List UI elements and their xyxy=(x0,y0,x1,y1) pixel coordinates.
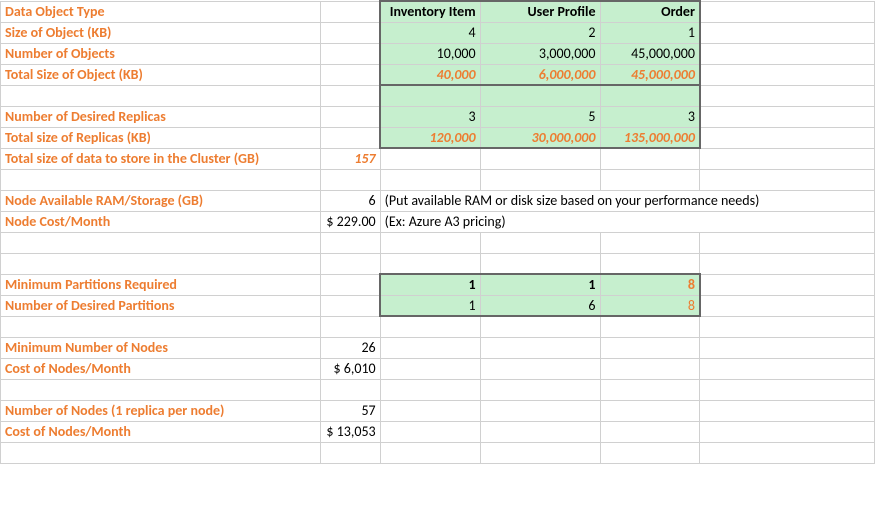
val-node-ram[interactable]: 6 xyxy=(320,190,380,211)
val-size-c1[interactable]: 4 xyxy=(380,22,480,43)
row-node-cost: Node Cost/Month $ 229.00 (Ex: Azure A3 p… xyxy=(1,211,875,232)
label-node-cost: Node Cost/Month xyxy=(1,211,321,232)
row-desired-replicas: Number of Desired Replicas 3 5 3 xyxy=(1,106,875,127)
label-nodes-one-replica: Number of Nodes (1 replica per node) xyxy=(1,400,321,421)
val-size-c2[interactable]: 2 xyxy=(480,22,600,43)
val-minpart-c1: 1 xyxy=(380,274,480,295)
row-blank xyxy=(1,379,875,400)
cell-blank xyxy=(700,295,875,316)
cell-blank xyxy=(700,274,875,295)
row-cost-min-nodes: Cost of Nodes/Month $ 6,010 xyxy=(1,358,875,379)
label-number-of-objects: Number of Objects xyxy=(1,43,321,64)
header-order: Order xyxy=(600,1,700,22)
val-cost-min-nodes: $ 6,010 xyxy=(320,358,380,379)
val-despart-c3[interactable]: 8 xyxy=(600,295,700,316)
row-min-nodes: Minimum Number of Nodes 26 xyxy=(1,337,875,358)
row-size-of-object: Size of Object (KB) 4 2 1 xyxy=(1,22,875,43)
cell-blank xyxy=(320,127,380,148)
val-totsize-c2: 6,000,000 xyxy=(480,64,600,85)
val-totrepl-c3: 135,000,000 xyxy=(600,127,700,148)
header-user-profile: User Profile xyxy=(480,1,600,22)
val-repl-c3[interactable]: 3 xyxy=(600,106,700,127)
val-totsize-c3: 45,000,000 xyxy=(600,64,700,85)
cell-blank xyxy=(700,106,875,127)
val-cost-nodes-one-replica: $ 13,053 xyxy=(320,421,380,442)
label-data-object-type: Data Object Type xyxy=(1,1,321,22)
sizing-worksheet: Data Object Type Inventory Item User Pro… xyxy=(0,0,875,464)
val-numobj-c1[interactable]: 10,000 xyxy=(380,43,480,64)
label-desired-replicas: Number of Desired Replicas xyxy=(1,106,321,127)
cell-blank xyxy=(320,106,380,127)
cell-blank xyxy=(320,1,380,22)
label-desired-partitions: Number of Desired Partitions xyxy=(1,295,321,316)
val-nodes-one-replica: 57 xyxy=(320,400,380,421)
row-headers: Data Object Type Inventory Item User Pro… xyxy=(1,1,875,22)
cell-blank xyxy=(700,64,875,85)
val-total-cluster: 157 xyxy=(320,148,380,169)
label-node-ram: Node Available RAM/Storage (GB) xyxy=(1,190,321,211)
label-total-cluster: Total size of data to store in the Clust… xyxy=(1,148,321,169)
val-numobj-c3[interactable]: 45,000,000 xyxy=(600,43,700,64)
val-despart-c2[interactable]: 6 xyxy=(480,295,600,316)
val-repl-c1[interactable]: 3 xyxy=(380,106,480,127)
val-minpart-c2: 1 xyxy=(480,274,600,295)
label-min-partitions: Minimum Partitions Required xyxy=(1,274,321,295)
val-totrepl-c1: 120,000 xyxy=(380,127,480,148)
row-desired-partitions: Number of Desired Partitions 1 6 8 xyxy=(1,295,875,316)
row-number-of-objects: Number of Objects 10,000 3,000,000 45,00… xyxy=(1,43,875,64)
cell-blank xyxy=(320,22,380,43)
cell-blank xyxy=(320,64,380,85)
cell-blank xyxy=(700,43,875,64)
note-ram: (Put available RAM or disk size based on… xyxy=(380,190,874,211)
row-total-size-of-object: Total Size of Object (KB) 40,000 6,000,0… xyxy=(1,64,875,85)
row-blank xyxy=(1,169,875,190)
cell-blank xyxy=(320,274,380,295)
row-blank xyxy=(1,316,875,337)
row-blank xyxy=(1,442,875,463)
val-totsize-c1: 40,000 xyxy=(380,64,480,85)
val-repl-c2[interactable]: 5 xyxy=(480,106,600,127)
note-cost: (Ex: Azure A3 pricing) xyxy=(380,211,874,232)
row-total-size-replicas: Total size of Replicas (KB) 120,000 30,0… xyxy=(1,127,875,148)
header-inventory-item: Inventory Item xyxy=(380,1,480,22)
label-total-size-of-object: Total Size of Object (KB) xyxy=(1,64,321,85)
val-size-c3[interactable]: 1 xyxy=(600,22,700,43)
val-min-nodes: 26 xyxy=(320,337,380,358)
label-cost-min-nodes: Cost of Nodes/Month xyxy=(1,358,321,379)
label-total-size-replicas: Total size of Replicas (KB) xyxy=(1,127,321,148)
val-totrepl-c2: 30,000,000 xyxy=(480,127,600,148)
row-total-cluster: Total size of data to store in the Clust… xyxy=(1,148,875,169)
cell-blank xyxy=(320,295,380,316)
cell-blank xyxy=(700,1,875,22)
row-min-partitions: Minimum Partitions Required 1 1 8 xyxy=(1,274,875,295)
row-nodes-one-replica: Number of Nodes (1 replica per node) 57 xyxy=(1,400,875,421)
row-cost-nodes-one-replica: Cost of Nodes/Month $ 13,053 xyxy=(1,421,875,442)
cell-blank xyxy=(700,127,875,148)
val-minpart-c3: 8 xyxy=(600,274,700,295)
cell-blank xyxy=(700,22,875,43)
row-blank xyxy=(1,253,875,274)
label-cost-nodes-one-replica: Cost of Nodes/Month xyxy=(1,421,321,442)
val-numobj-c2[interactable]: 3,000,000 xyxy=(480,43,600,64)
label-min-nodes: Minimum Number of Nodes xyxy=(1,337,321,358)
val-despart-c1[interactable]: 1 xyxy=(380,295,480,316)
label-size-of-object: Size of Object (KB) xyxy=(1,22,321,43)
cell-blank xyxy=(320,43,380,64)
row-blank xyxy=(1,232,875,253)
val-node-cost[interactable]: $ 229.00 xyxy=(320,211,380,232)
row-node-ram: Node Available RAM/Storage (GB) 6 (Put a… xyxy=(1,190,875,211)
row-blank xyxy=(1,85,875,106)
